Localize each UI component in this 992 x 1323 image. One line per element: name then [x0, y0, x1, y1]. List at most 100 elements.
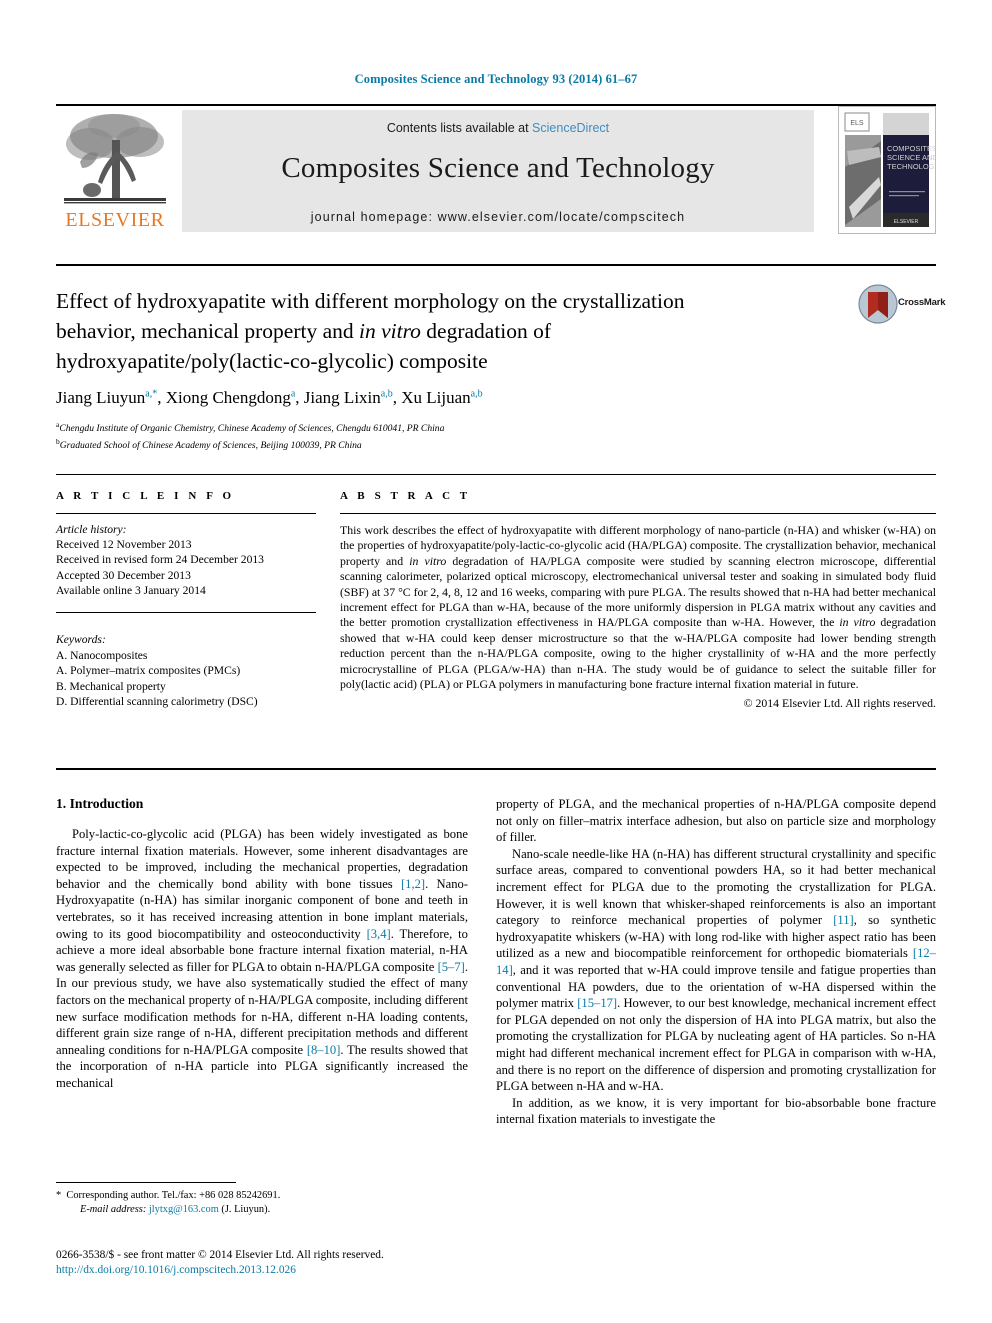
author-1-name: Jiang Liuyun — [56, 388, 146, 407]
history-item: Received 12 November 2013 — [56, 538, 192, 552]
citation-ref[interactable]: [1,2] — [401, 877, 425, 891]
body-left-column: 1. Introduction Poly-lactic-co-glycolic … — [56, 796, 468, 1092]
author-4-name: Xu Lijuan — [401, 388, 471, 407]
paragraph: In addition, as we know, it is very impo… — [496, 1095, 936, 1128]
abstract-heading: A B S T R A C T — [340, 490, 471, 502]
affiliations: aChengdu Institute of Organic Chemistry,… — [56, 419, 856, 452]
doi-link[interactable]: http://dx.doi.org/10.1016/j.compscitech.… — [56, 1263, 616, 1278]
crossmark-badge[interactable]: CrossMark — [858, 284, 946, 324]
history-item: Accepted 30 December 2013 — [56, 568, 191, 582]
body-right-column: property of PLGA, and the mechanical pro… — [496, 796, 936, 1128]
keywords-label: Keywords: — [56, 633, 106, 647]
keyword-item: B. Mechanical property — [56, 679, 166, 693]
journal-band: Contents lists available at ScienceDirec… — [182, 110, 814, 232]
abstract-text: This work describes the effect of hydrox… — [340, 523, 936, 692]
imprint-block: 0266-3538/$ - see front matter © 2014 El… — [56, 1248, 616, 1278]
author-3: Jiang Lixina,b — [304, 388, 393, 407]
history-item: Received in revised form 24 December 201… — [56, 553, 264, 567]
crossmark-icon — [858, 284, 898, 324]
running-head: Composites Science and Technology 93 (20… — [354, 72, 638, 86]
article-title-line-2b: degradation of — [420, 319, 552, 343]
svg-text:TECHNOLOGY: TECHNOLOGY — [887, 162, 935, 171]
article-title-italic-invitro: in vitro — [359, 319, 421, 343]
paper-page: Composites Science and Technology 93 (20… — [0, 0, 992, 1323]
paragraph-text: property of PLGA, and the mechanical pro… — [496, 797, 936, 845]
journal-masthead: ELSEVIER Contents lists available at Sci… — [56, 104, 936, 234]
elsevier-logo: ELSEVIER — [56, 110, 174, 232]
crossmark-label: CrossMark — [898, 297, 946, 308]
sciencedirect-link[interactable]: ScienceDirect — [532, 121, 609, 135]
paragraph-text: . However, to our best knowledge, mechan… — [496, 996, 936, 1094]
journal-title: Composites Science and Technology — [281, 152, 715, 184]
abstract-copyright: © 2014 Elsevier Ltd. All rights reserved… — [743, 696, 936, 711]
info-divider-top — [56, 474, 936, 475]
email-owner: (J. Liuyun). — [221, 1203, 271, 1215]
citation-ref[interactable]: [8–10] — [307, 1043, 341, 1057]
corresponding-line: * Corresponding author. Tel./fax: +86 02… — [56, 1189, 476, 1203]
journal-cover-image: ELS COMPOSITES SCIENCE AND TECHNOLOGY EL… — [839, 107, 935, 233]
article-info-column: A R T I C L E I N F O Article history: R… — [56, 490, 316, 710]
affiliation-a-text: Chengdu Institute of Organic Chemistry, … — [59, 423, 445, 435]
keyword-item: A. Nanocomposites — [56, 648, 148, 662]
elsevier-wordmark: ELSEVIER — [65, 209, 165, 231]
contents-available-line: Contents lists available at ScienceDirec… — [182, 121, 814, 135]
author-4: Xu Lijuana,b — [401, 388, 482, 407]
history-item: Available online 3 January 2014 — [56, 583, 206, 597]
author-2-marks: a — [290, 388, 296, 400]
article-history: Article history: Received 12 November 20… — [56, 522, 316, 598]
svg-text:ELSEVIER: ELSEVIER — [894, 219, 919, 225]
abstract-rule — [340, 513, 936, 514]
article-title-line-1: Effect of hydroxyapatite with different … — [56, 289, 685, 313]
abstract-column: A B S T R A C T This work describes the … — [340, 490, 936, 711]
author-1: Jiang Liuyuna,* — [56, 388, 157, 407]
keyword-item: A. Polymer–matrix composites (PMCs) — [56, 664, 241, 678]
corresponding-author-note: * Corresponding author. Tel./fax: +86 02… — [56, 1189, 476, 1216]
affiliation-a: aChengdu Institute of Organic Chemistry,… — [56, 419, 856, 436]
paragraph-text: In addition, as we know, it is very impo… — [496, 1095, 936, 1127]
footnote-divider — [56, 1182, 236, 1183]
keywords-rule — [56, 612, 316, 614]
article-title: Effect of hydroxyapatite with different … — [56, 286, 846, 376]
article-title-line-2a: behavior, mechanical property and — [56, 319, 359, 343]
corresponding-star: * — [56, 1190, 62, 1201]
keywords-block: Keywords: A. Nanocomposites A. Polymer–m… — [56, 632, 316, 710]
author-list: Jiang Liuyuna,*, Xiong Chengdonga, Jiang… — [56, 388, 483, 407]
author-2-name: Xiong Chengdong — [165, 388, 291, 407]
citation-ref[interactable]: [15–17] — [577, 996, 617, 1010]
citation-ref[interactable]: [5–7] — [438, 960, 465, 974]
journal-homepage-link[interactable]: journal homepage: www.elsevier.com/locat… — [182, 210, 814, 224]
email-line: E-mail address: jlytxg@163.com (J. Liuyu… — [56, 1203, 476, 1217]
citation-ref[interactable]: [3,4] — [367, 927, 391, 941]
info-divider-bottom — [56, 768, 936, 770]
imprint-line: 0266-3538/$ - see front matter © 2014 El… — [56, 1249, 384, 1261]
paragraph: Poly-lactic-co-glycolic acid (PLGA) has … — [56, 826, 468, 1092]
journal-cover-thumbnail: ELS COMPOSITES SCIENCE AND TECHNOLOGY EL… — [838, 106, 936, 234]
article-history-label: Article history: — [56, 523, 127, 536]
section-heading-introduction: 1. Introduction — [56, 796, 144, 811]
author-2: Xiong Chengdonga — [166, 388, 296, 407]
author-3-name: Jiang Lixin — [303, 388, 381, 407]
citation-ref[interactable]: [11] — [833, 913, 854, 927]
contents-prefix: Contents lists available at — [386, 121, 533, 135]
email-link[interactable]: jlytxg@163.com — [149, 1204, 219, 1215]
article-info-rule — [56, 513, 316, 514]
email-label: E-mail address: — [80, 1203, 147, 1215]
author-3-marks: a,b — [380, 388, 393, 400]
svg-text:ELS: ELS — [850, 120, 864, 127]
keyword-item: D. Differential scanning calorimetry (DS… — [56, 695, 258, 709]
author-1-marks: a,* — [145, 388, 158, 400]
abstract-italic-1: in vitro — [409, 553, 447, 568]
elsevier-tree-icon — [64, 114, 166, 204]
paragraph: property of PLGA, and the mechanical pro… — [496, 796, 936, 846]
abstract-italic-2: in vitro — [839, 615, 876, 630]
corresponding-text: Corresponding author. Tel./fax: +86 028 … — [66, 1190, 281, 1201]
author-4-marks: a,b — [470, 388, 483, 400]
svg-text:COMPOSITES: COMPOSITES — [887, 144, 935, 153]
affiliation-b-text: Graduated School of Chinese Academy of S… — [59, 439, 362, 451]
article-info-heading: A R T I C L E I N F O — [56, 490, 235, 502]
title-divider — [56, 264, 936, 266]
article-title-line-3: hydroxyapatite/poly(lactic-co-glycolic) … — [56, 349, 488, 373]
paragraph: Nano-scale needle-like HA (n-HA) has dif… — [496, 846, 936, 1095]
affiliation-b: bGraduated School of Chinese Academy of … — [56, 436, 856, 453]
svg-text:SCIENCE AND: SCIENCE AND — [887, 153, 935, 162]
